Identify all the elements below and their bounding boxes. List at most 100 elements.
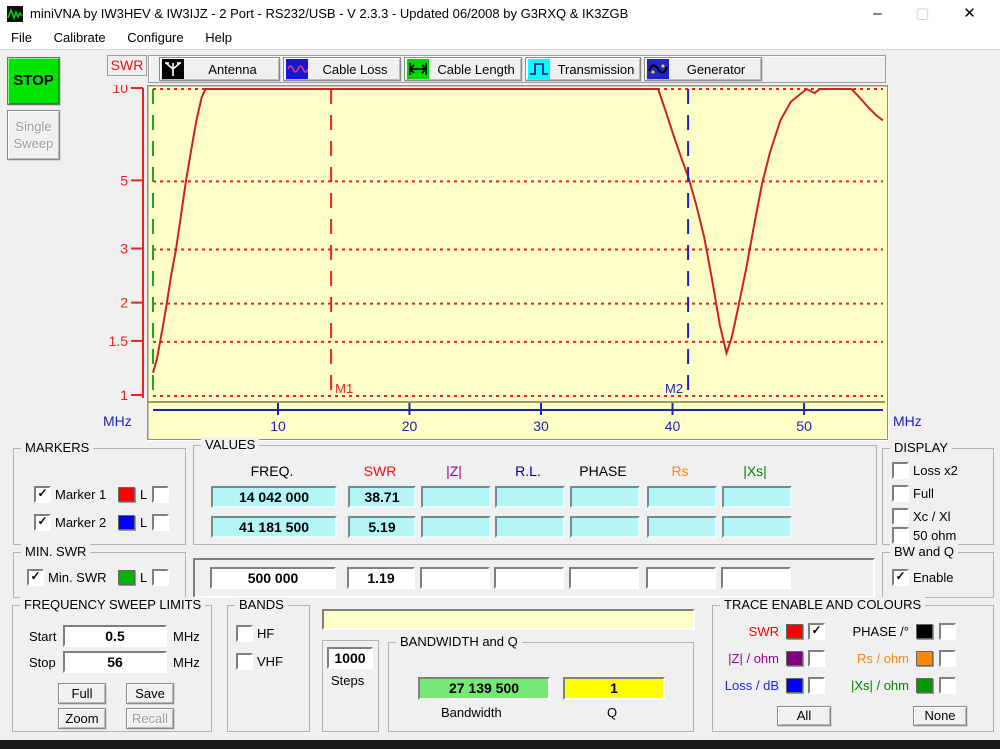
marker2-checkbox[interactable]: ✓ <box>34 514 51 531</box>
tab-generator[interactable]: Generator <box>644 57 762 81</box>
m2-freq-field[interactable]: 41 181 500 <box>211 516 337 538</box>
steps-panel: 1000 Steps <box>322 640 379 732</box>
display-group-title: DISPLAY <box>890 440 952 455</box>
trace-phase-checkbox[interactable] <box>939 623 956 640</box>
vhf-checkbox[interactable] <box>236 653 253 670</box>
title-bar: miniVNA by IW3HEV & IW3IJZ - 2 Port - RS… <box>0 0 1000 29</box>
marker1-checkbox[interactable]: ✓ <box>34 486 51 503</box>
full-checkbox[interactable] <box>892 485 909 502</box>
m2-z-field[interactable] <box>421 516 491 538</box>
marker1-color-swatch[interactable] <box>118 487 135 502</box>
trace-loss-swatch[interactable] <box>786 678 803 693</box>
bw-q-enable-checkbox[interactable]: ✓ <box>892 569 909 586</box>
50ohm-label: 50 ohm <box>913 528 956 543</box>
menu-bar: File Calibrate Configure Help <box>0 28 1000 50</box>
m1-xs-field[interactable] <box>722 486 792 508</box>
min-swr-row: 500 000 1.19 <box>193 558 875 598</box>
full-button[interactable]: Full <box>58 683 106 704</box>
min-z-field[interactable] <box>420 567 490 589</box>
trace-rs-swatch[interactable] <box>916 651 933 666</box>
menu-help[interactable]: Help <box>196 28 241 47</box>
trace-z-swatch[interactable] <box>786 651 803 666</box>
trace-xs-label: |Xs| / ohm <box>837 678 909 693</box>
loss-x2-checkbox[interactable] <box>892 462 909 479</box>
trace-loss-label: Loss / dB <box>717 678 779 693</box>
mode-label: SWR <box>107 55 147 76</box>
m2-swr-field[interactable]: 5.19 <box>348 516 416 538</box>
zoom-button[interactable]: Zoom <box>58 708 106 729</box>
stop-button[interactable]: STOP <box>7 57 60 105</box>
chart-text: 1.5 <box>109 333 129 349</box>
marker1-l-checkbox[interactable] <box>152 486 169 503</box>
trace-none-button[interactable]: None <box>913 706 967 726</box>
menu-configure[interactable]: Configure <box>118 28 192 47</box>
min-freq-field[interactable]: 500 000 <box>210 567 336 589</box>
tab-cable-loss[interactable]: Cable Loss <box>283 57 401 81</box>
m2-rl-field[interactable] <box>495 516 565 538</box>
steps-field[interactable]: 1000 <box>327 647 373 669</box>
marker2-color-swatch[interactable] <box>118 515 135 530</box>
hf-label: HF <box>257 626 274 641</box>
min-swr-checkbox[interactable]: ✓ <box>27 569 44 586</box>
recall-button[interactable]: Recall <box>126 708 174 729</box>
close-button[interactable]: ✕ <box>947 0 992 28</box>
minimize-button[interactable]: – <box>855 0 900 28</box>
app-icon <box>7 6 23 22</box>
trace-z-checkbox[interactable] <box>808 650 825 667</box>
m2-rs-field[interactable] <box>647 516 717 538</box>
m1-z-field[interactable] <box>421 486 491 508</box>
cable-loss-icon <box>286 59 308 79</box>
trace-xs-swatch[interactable] <box>916 678 933 693</box>
tab-bar: Antenna Cable Loss Cable Length Transmis… <box>148 55 886 83</box>
m1-freq-field[interactable]: 14 042 000 <box>211 486 337 508</box>
trace-xs-checkbox[interactable] <box>939 677 956 694</box>
min-swr-color-swatch[interactable] <box>118 570 135 585</box>
trace-z-label: |Z| / ohm <box>717 651 779 666</box>
maximize-button[interactable]: ▢ <box>900 0 945 28</box>
swr-chart[interactable]: M1M21020304050 <box>147 85 888 440</box>
min-rl-field[interactable] <box>494 567 564 589</box>
m2-xs-field[interactable] <box>722 516 792 538</box>
save-button[interactable]: Save <box>126 683 174 704</box>
m1-rl-field[interactable] <box>495 486 565 508</box>
tab-antenna[interactable]: Antenna <box>159 57 280 81</box>
header-swr: SWR <box>348 463 412 479</box>
marker2-l-checkbox[interactable] <box>152 514 169 531</box>
bandwidth-q-group: BANDWIDTH and Q 27 139 500 Bandwidth 1 Q <box>388 642 694 732</box>
menu-file[interactable]: File <box>2 28 41 47</box>
tab-cable-length[interactable]: Cable Length <box>404 57 522 81</box>
trace-all-button[interactable]: All <box>777 706 831 726</box>
trace-swr-swatch[interactable] <box>786 624 803 639</box>
hf-checkbox[interactable] <box>236 625 253 642</box>
m1-swr-field[interactable]: 38.71 <box>348 486 416 508</box>
trace-phase-swatch[interactable] <box>916 624 933 639</box>
trace-loss-checkbox[interactable] <box>808 677 825 694</box>
min-rs-field[interactable] <box>646 567 716 589</box>
tab-cable-length-label: Cable Length <box>429 62 521 77</box>
values-group: VALUES FREQ. SWR |Z| R.L. PHASE Rs |Xs| … <box>193 445 877 545</box>
menu-calibrate[interactable]: Calibrate <box>45 28 115 47</box>
tab-transmission-label: Transmission <box>550 62 640 77</box>
start-label: Start <box>29 629 56 644</box>
x-axis-unit-left: MHz <box>103 413 132 429</box>
q-label: Q <box>607 705 617 720</box>
min-xs-field[interactable] <box>721 567 791 589</box>
trace-rs-checkbox[interactable] <box>939 650 956 667</box>
m1-rs-field[interactable] <box>647 486 717 508</box>
min-phase-field[interactable] <box>569 567 639 589</box>
trace-swr-checkbox[interactable]: ✓ <box>808 623 825 640</box>
xc-xl-checkbox[interactable] <box>892 508 909 525</box>
header-rl: R.L. <box>495 463 561 479</box>
stop-field[interactable]: 56 <box>63 651 167 673</box>
min-swr-field[interactable]: 1.19 <box>347 567 415 589</box>
start-field[interactable]: 0.5 <box>63 625 167 647</box>
50ohm-checkbox[interactable] <box>892 527 909 544</box>
markers-group: MARKERS ✓ Marker 1 L ✓ Marker 2 L <box>13 448 186 545</box>
tab-transmission[interactable]: Transmission <box>525 57 641 81</box>
min-swr-l-checkbox[interactable] <box>152 569 169 586</box>
m2-phase-field[interactable] <box>570 516 640 538</box>
m1-phase-field[interactable] <box>570 486 640 508</box>
single-sweep-line1: Single <box>15 118 51 135</box>
header-z: |Z| <box>421 463 487 479</box>
single-sweep-button[interactable]: Single Sweep <box>7 110 60 160</box>
